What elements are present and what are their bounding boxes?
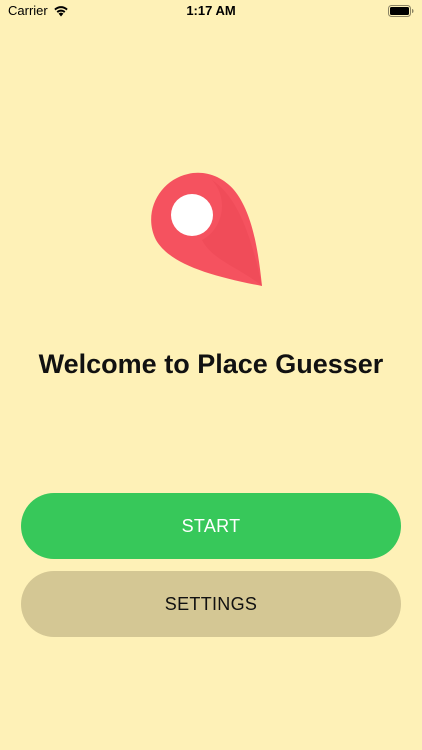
start-button[interactable]: START	[21, 493, 401, 559]
battery-icon	[388, 5, 414, 17]
status-bar: Carrier 1:17 AM	[0, 0, 422, 22]
page-title: Welcome to Place Guesser	[38, 349, 384, 379]
map-pin-icon	[151, 172, 262, 286]
status-time: 1:17 AM	[186, 3, 236, 18]
settings-button[interactable]: SETTINGS	[21, 571, 401, 637]
